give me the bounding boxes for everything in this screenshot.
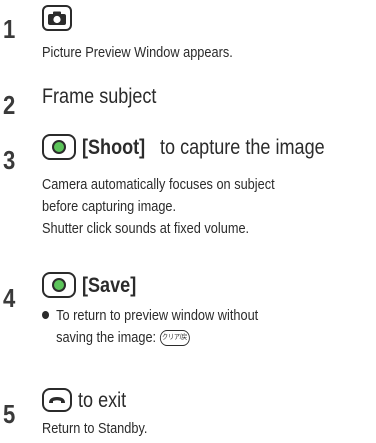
- step-number: 5: [3, 399, 16, 429]
- step-number: 2: [3, 90, 16, 120]
- step-heading-text: to capture the image: [155, 135, 326, 159]
- step-heading: [42, 5, 72, 31]
- end-key-icon: [42, 388, 72, 412]
- step-heading: Frame subject: [42, 86, 175, 107]
- description-line: before capturing image.: [42, 199, 177, 215]
- description-line: Shutter click sounds at fixed volume.: [42, 221, 250, 237]
- step-description: Return to Standby.: [42, 418, 147, 440]
- step-description: Picture Preview Window appears.: [42, 42, 233, 64]
- step-4: 4 [Save] To return to preview window wit…: [0, 267, 376, 367]
- step-2: 2 Frame subject: [0, 80, 376, 120]
- step-1: 1 Picture Preview Window appears.: [0, 0, 376, 70]
- description-line: Picture Preview Window appears.: [42, 45, 233, 61]
- step-heading: to exit: [42, 388, 134, 412]
- description-line: Camera automatically focuses on subject: [42, 177, 275, 193]
- clear-key-icon: クリア/戻: [159, 330, 190, 347]
- softkey-label: [Save]: [82, 273, 137, 297]
- step-description: Camera automatically focuses on subject …: [42, 174, 275, 240]
- center-key-icon: [42, 134, 76, 160]
- step-number: 3: [3, 145, 16, 175]
- bullet-text: saving the image:: [56, 330, 157, 346]
- camera-key-icon: [42, 5, 72, 31]
- bullet-line: To return to preview window without: [42, 305, 258, 327]
- step-heading-text: Frame subject: [42, 85, 157, 108]
- step-5: 5 to exit Return to Standby.: [0, 383, 376, 443]
- softkey-label: [Shoot]: [82, 135, 146, 159]
- center-key-icon: [42, 272, 76, 298]
- step-number: 1: [3, 14, 16, 44]
- step-3: 3 [Shoot] to capture the image Camera au…: [0, 131, 376, 261]
- step-heading: [Shoot] to capture the image: [42, 134, 353, 160]
- description-line: Return to Standby.: [42, 421, 148, 437]
- step-bullet: To return to preview window without savi…: [42, 305, 258, 349]
- step-number: 4: [3, 283, 16, 313]
- bullet-text: To return to preview window without: [56, 308, 259, 324]
- bullet-icon: [42, 311, 50, 320]
- step-heading-text: to exit: [78, 388, 127, 412]
- step-heading: [Save]: [42, 272, 145, 298]
- bullet-line: saving the image: クリア/戻: [42, 327, 258, 349]
